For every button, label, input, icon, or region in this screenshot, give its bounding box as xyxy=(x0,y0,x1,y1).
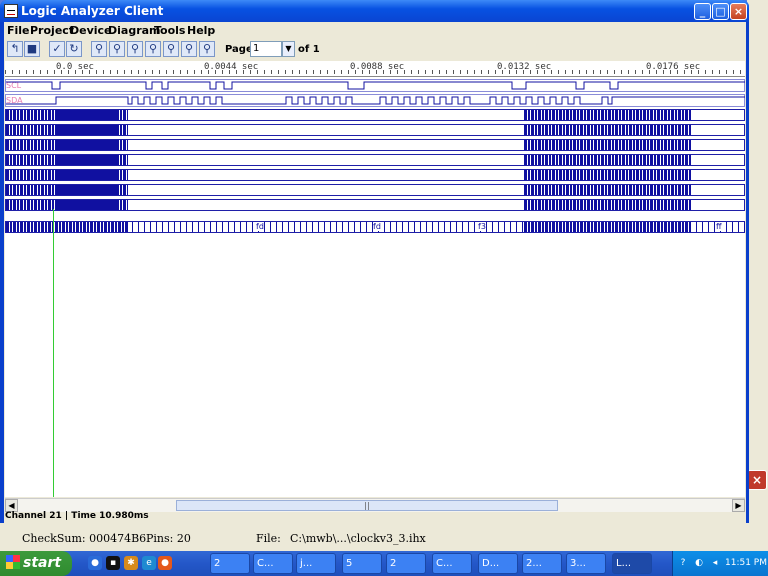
volume-tray-icon[interactable]: ◂ xyxy=(709,557,721,569)
maximize-button[interactable]: □ xyxy=(712,3,729,20)
horizontal-scrollbar[interactable]: ◀ || ▶ xyxy=(5,498,745,512)
refresh-icon[interactable]: ↻ xyxy=(66,41,82,57)
help-tray-icon[interactable]: ? xyxy=(677,557,689,569)
task-button[interactable]: 2 xyxy=(210,553,250,574)
task-button[interactable]: L... xyxy=(612,553,652,574)
tick-label: 0.0088 sec xyxy=(350,62,405,72)
channel-row[interactable] xyxy=(5,169,745,181)
file-label: File: xyxy=(256,532,281,545)
channel-row[interactable] xyxy=(5,184,745,196)
channel-row[interactable] xyxy=(5,124,745,136)
menu-help[interactable]: Help xyxy=(187,24,215,37)
taskbar: start ● ▪ ✱ e ● 2 C... j... 5 2 C... D..… xyxy=(0,551,768,576)
quicklaunch-icon[interactable]: ✱ xyxy=(124,556,138,570)
quicklaunch-icon[interactable]: ▪ xyxy=(106,556,120,570)
scl-waveform xyxy=(6,81,745,90)
file-path: C:\mwb\...\clockv3_3.ihx xyxy=(290,532,426,545)
clock: 11:51 PM xyxy=(725,558,767,568)
toolbar: ↰ ■ ✓ ↻ ⚲ ⚲ ⚲ ⚲ ⚲ ⚲ ⚲ Page 1 ▼ of 1 xyxy=(4,39,746,61)
task-button[interactable]: 2... xyxy=(522,553,562,574)
waveform-canvas[interactable]: 0.0 sec 0.0044 sec 0.0088 sec 0.0132 sec… xyxy=(5,61,745,497)
checksum-text: CheckSum: 000474B6 xyxy=(22,532,147,545)
bus-value: fd xyxy=(256,222,264,231)
minimize-button[interactable]: _ xyxy=(694,3,711,20)
zoom-out-icon[interactable]: ⚲ xyxy=(109,41,125,57)
bus-value: f3 xyxy=(478,222,486,231)
task-button[interactable]: 5 xyxy=(342,553,382,574)
menu-diagram[interactable]: Diagram xyxy=(108,24,161,37)
network-tray-icon[interactable]: ◐ xyxy=(693,557,705,569)
tick-label: 0.0044 sec xyxy=(204,62,259,72)
page-input[interactable]: 1 xyxy=(250,41,282,57)
zoom-end-icon[interactable]: ⚲ xyxy=(199,41,215,57)
system-tray: ? ◐ ◂ 11:51 PM xyxy=(672,551,768,576)
task-button[interactable]: D... xyxy=(478,553,518,574)
zoom-prev-icon[interactable]: ⚲ xyxy=(145,41,161,57)
close-button[interactable]: × xyxy=(730,3,747,20)
title-bar[interactable]: Logic Analyzer Client _ □ × xyxy=(0,0,749,22)
client-area: File Project Device Diagram Tools Help ↰… xyxy=(4,22,746,523)
menu-device[interactable]: Device xyxy=(70,24,112,37)
channel-row[interactable] xyxy=(5,199,745,211)
windows-logo-icon xyxy=(6,555,20,569)
task-button[interactable]: C... xyxy=(253,553,293,574)
scroll-thumb[interactable]: || xyxy=(176,500,558,511)
task-button[interactable]: C... xyxy=(432,553,472,574)
bus-row[interactable]: fd fd f3 ff xyxy=(5,221,745,233)
task-button[interactable]: 3... xyxy=(566,553,606,574)
window-title: Logic Analyzer Client xyxy=(21,4,164,18)
bus-value: ff xyxy=(716,222,722,231)
page-label: Page xyxy=(225,44,253,55)
run-icon[interactable]: ✓ xyxy=(49,41,65,57)
task-button[interactable]: 2 xyxy=(386,553,426,574)
start-button[interactable]: start xyxy=(0,551,72,576)
page-dropdown-icon[interactable]: ▼ xyxy=(282,41,295,57)
background-close-button[interactable]: × xyxy=(747,470,767,490)
sda-waveform xyxy=(6,96,745,105)
open-icon[interactable]: ↰ xyxy=(7,41,23,57)
scl-row[interactable]: SCL xyxy=(5,79,745,92)
background-window-edge xyxy=(747,0,768,515)
time-cursor[interactable] xyxy=(53,209,54,497)
tick-label: 0.0 sec xyxy=(56,62,94,72)
app-icon xyxy=(4,4,18,18)
channel-row[interactable] xyxy=(5,154,745,166)
zoom-start-icon[interactable]: ⚲ xyxy=(181,41,197,57)
save-icon[interactable]: ■ xyxy=(24,41,40,57)
tick-label: 0.0132 sec xyxy=(497,62,552,72)
page-of-label: of 1 xyxy=(298,44,320,55)
logic-analyzer-window: Logic Analyzer Client _ □ × File Project… xyxy=(0,0,749,523)
menu-project[interactable]: Project xyxy=(30,24,74,37)
menu-file[interactable]: File xyxy=(7,24,30,37)
menu-tools[interactable]: Tools xyxy=(154,24,185,37)
quicklaunch-icon[interactable]: ● xyxy=(88,556,102,570)
zoom-fit-icon[interactable]: ⚲ xyxy=(127,41,143,57)
zoom-in-icon[interactable]: ⚲ xyxy=(91,41,107,57)
quicklaunch-icon[interactable]: e xyxy=(142,556,156,570)
zoom-next-icon[interactable]: ⚲ xyxy=(163,41,179,57)
bus-value: fd xyxy=(373,222,381,231)
quicklaunch-icon[interactable]: ● xyxy=(158,556,172,570)
pins-text: Pins: 20 xyxy=(146,532,191,545)
menu-bar: File Project Device Diagram Tools Help xyxy=(4,22,746,39)
channel-row[interactable] xyxy=(5,139,745,151)
channel-row[interactable] xyxy=(5,109,745,121)
task-button[interactable]: j... xyxy=(296,553,336,574)
status-bar: Channel 21 | Time 10.980ms xyxy=(5,511,149,521)
time-ruler: 0.0 sec 0.0044 sec 0.0088 sec 0.0132 sec… xyxy=(5,61,745,77)
sda-row[interactable]: SDA xyxy=(5,94,745,107)
tick-label: 0.0176 sec xyxy=(646,62,701,72)
